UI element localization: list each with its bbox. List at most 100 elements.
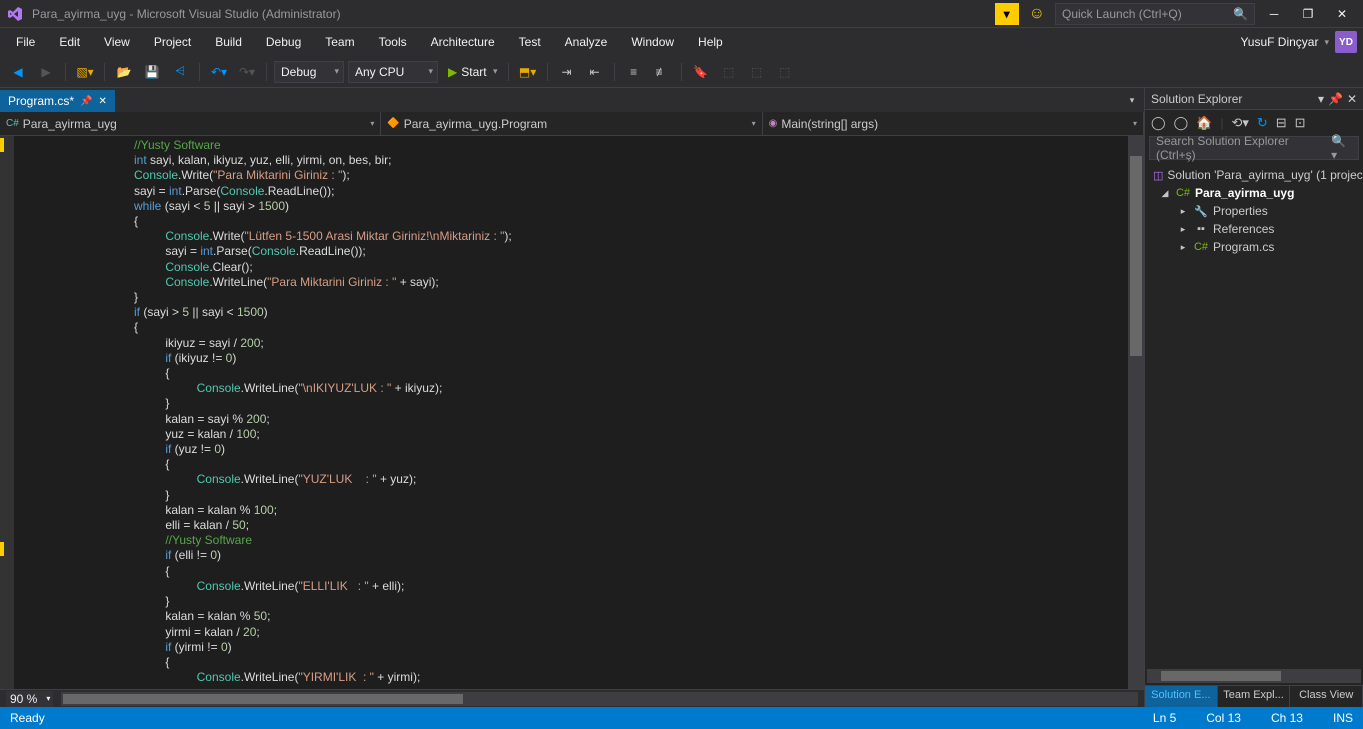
status-bar: Ready Ln 5 Col 13 Ch 13 INS (0, 707, 1363, 729)
notifications-icon[interactable]: ▾ (995, 3, 1019, 25)
step-button-1[interactable]: ⇥ (555, 60, 579, 84)
wrench-icon: 🔧 (1193, 205, 1209, 218)
search-placeholder: Search Solution Explorer (Ctrl+ş) (1156, 134, 1331, 162)
solution-explorer-panel: Solution Explorer ▾ 📌 ✕ ◯ ◯ 🏠 | ⟲▾ ↻ ⊟ ⊡… (1144, 88, 1363, 707)
quick-launch-input[interactable]: Quick Launch (Ctrl+Q) 🔍 (1055, 3, 1255, 25)
menu-edit[interactable]: Edit (49, 31, 90, 53)
code-editor[interactable]: //Yusty Software int sayi, kalan, ikiyuz… (0, 136, 1144, 689)
refresh-icon[interactable]: ↻ (1257, 115, 1268, 131)
collapse-icon[interactable]: ◢ (1159, 188, 1171, 199)
expand-icon[interactable]: ▸ (1177, 224, 1189, 235)
panel-tabs: Solution E... Team Expl... Class View (1145, 685, 1363, 707)
sync-icon[interactable]: ⟲▾ (1231, 115, 1248, 131)
close-panel-icon[interactable]: ✕ (1347, 92, 1357, 106)
menu-team[interactable]: Team (315, 31, 364, 53)
configuration-dropdown[interactable]: Debug (274, 61, 344, 83)
status-insert-mode: INS (1333, 711, 1353, 725)
title-bar: Para_ayirma_uyg - Microsoft Visual Studi… (0, 0, 1363, 28)
forward-icon[interactable]: ◯ (1174, 115, 1189, 131)
save-all-button[interactable]: ⩤ (168, 60, 192, 84)
panel-scroll-thumb[interactable] (1161, 671, 1281, 681)
menu-architecture[interactable]: Architecture (421, 31, 505, 53)
document-tabs: Program.cs* 📌 ✕ ▾ (0, 88, 1144, 112)
properties-icon[interactable]: ⊡ (1295, 115, 1306, 131)
browser-link-button[interactable]: ⬒▾ (516, 60, 540, 84)
collapse-icon[interactable]: ⊟ (1276, 115, 1287, 131)
vertical-scrollbar[interactable] (1128, 136, 1144, 689)
minimize-button[interactable]: ─ (1259, 3, 1289, 25)
editor-footer: 90 % (0, 689, 1144, 707)
expand-icon[interactable]: ▸ (1177, 242, 1189, 253)
file-node-program[interactable]: ▸ C# Program.cs (1145, 238, 1363, 256)
tb-disabled-3: ⬚ (773, 60, 797, 84)
properties-node[interactable]: ▸ 🔧 Properties (1145, 202, 1363, 220)
scrollbar-thumb-h[interactable] (63, 694, 463, 704)
restore-button[interactable]: ❐ (1293, 3, 1323, 25)
nav-back-button[interactable]: ◀ (6, 60, 30, 84)
file-tab-program[interactable]: Program.cs* 📌 ✕ (0, 90, 115, 112)
pin-icon[interactable]: 📌 (80, 96, 92, 107)
nav-bar: C# Para_ayirma_uyg 🔶 Para_ayirma_uyg.Pro… (0, 112, 1144, 136)
close-button[interactable]: ✕ (1327, 3, 1357, 25)
window-position-icon[interactable]: ▾ (1318, 92, 1324, 106)
bookmark-button[interactable]: 🔖 (689, 60, 713, 84)
open-file-button[interactable]: 📂 (112, 60, 136, 84)
class-icon: 🔶 (387, 118, 399, 129)
references-node[interactable]: ▸ ▪▪ References (1145, 220, 1363, 238)
redo-button[interactable]: ↷▾ (235, 60, 259, 84)
start-debug-button[interactable]: ▶ Start (442, 61, 501, 83)
menu-debug[interactable]: Debug (256, 31, 311, 53)
menu-analyze[interactable]: Analyze (555, 31, 618, 53)
scrollbar-thumb[interactable] (1130, 156, 1142, 356)
panel-horizontal-scrollbar[interactable] (1147, 669, 1361, 683)
uncomment-button[interactable]: ≢ (650, 60, 674, 84)
tab-team-explorer[interactable]: Team Expl... (1218, 686, 1291, 707)
code-content[interactable]: //Yusty Software int sayi, kalan, ikiyuz… (54, 136, 1128, 689)
step-button-2[interactable]: ⇤ (583, 60, 607, 84)
project-node[interactable]: ◢ C# Para_ayirma_uyg (1145, 184, 1363, 202)
chevron-down-icon: ▾ (1324, 37, 1329, 48)
menu-window[interactable]: Window (621, 31, 684, 53)
panel-title: Solution Explorer (1151, 92, 1242, 106)
close-tab-icon[interactable]: ✕ (98, 96, 106, 107)
references-icon: ▪▪ (1193, 223, 1209, 235)
solution-icon: ◫ (1153, 169, 1163, 182)
menu-file[interactable]: File (6, 31, 45, 53)
menu-build[interactable]: Build (205, 31, 252, 53)
menu-tools[interactable]: Tools (369, 31, 417, 53)
menu-test[interactable]: Test (509, 31, 551, 53)
nav-project-dropdown[interactable]: C# Para_ayirma_uyg (0, 112, 381, 135)
solution-search-input[interactable]: Search Solution Explorer (Ctrl+ş) 🔍▾ (1149, 136, 1359, 160)
tab-class-view[interactable]: Class View (1290, 686, 1363, 707)
save-button[interactable]: 💾 (140, 60, 164, 84)
menu-project[interactable]: Project (144, 31, 201, 53)
user-area[interactable]: YusuF Dinçyar ▾ YD (1240, 31, 1357, 53)
back-icon[interactable]: ◯ (1151, 115, 1166, 131)
user-name: YusuF Dinçyar (1240, 35, 1318, 49)
zoom-dropdown[interactable]: 90 % (6, 691, 53, 707)
solution-node[interactable]: ◫ Solution 'Para_ayirma_uyg' (1 project) (1145, 166, 1363, 184)
menu-view[interactable]: View (94, 31, 140, 53)
nav-forward-button[interactable]: ▶ (34, 60, 58, 84)
csharp-file-icon: C# (1193, 241, 1209, 253)
feedback-icon[interactable]: ☺ (1029, 5, 1045, 23)
method-icon: ◉ (769, 118, 778, 129)
new-project-button[interactable]: ▧▾ (73, 60, 97, 84)
user-badge: YD (1335, 31, 1357, 53)
platform-dropdown[interactable]: Any CPU (348, 61, 438, 83)
menu-bar: FileEditViewProjectBuildDebugTeamToolsAr… (0, 28, 1363, 56)
pin-icon[interactable]: 📌 (1328, 92, 1343, 106)
horizontal-scrollbar[interactable] (61, 692, 1138, 706)
home-icon[interactable]: 🏠 (1196, 115, 1212, 131)
nav-class-dropdown[interactable]: 🔶 Para_ayirma_uyg.Program (381, 112, 762, 135)
comment-button[interactable]: ≡ (622, 60, 646, 84)
tab-solution-explorer[interactable]: Solution E... (1145, 686, 1218, 707)
menu-help[interactable]: Help (688, 31, 733, 53)
csharp-project-icon: C# (6, 118, 19, 129)
tab-dropdown-icon[interactable]: ▾ (1120, 88, 1144, 112)
status-char: Ch 13 (1271, 711, 1303, 725)
nav-method-dropdown[interactable]: ◉ Main(string[] args) (763, 112, 1144, 135)
expand-icon[interactable]: ▸ (1177, 206, 1189, 217)
visual-studio-logo-icon (6, 5, 24, 23)
undo-button[interactable]: ↶▾ (207, 60, 231, 84)
